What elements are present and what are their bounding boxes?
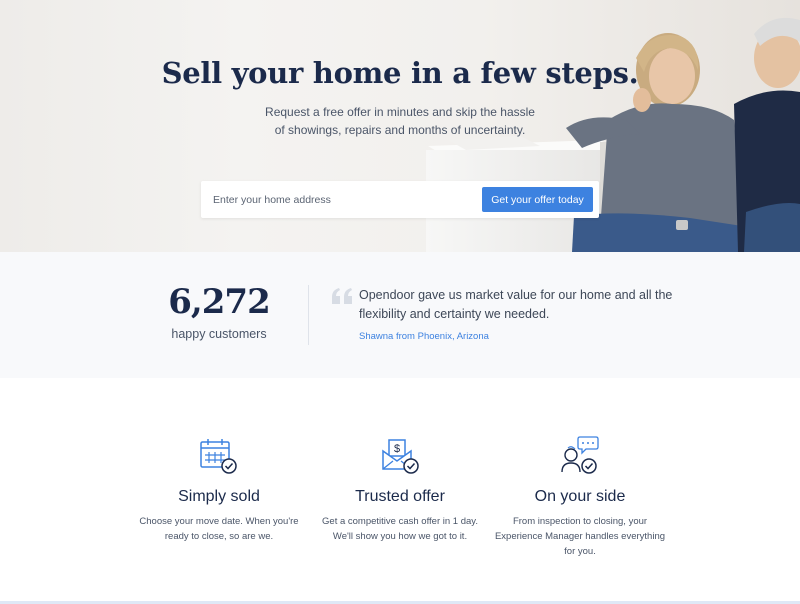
feature-description: From inspection to closing, your Experie… [490, 514, 670, 559]
feature-description: Choose your move date. When you're ready… [129, 514, 309, 544]
testimonial-quote-line1: Opendoor gave us market value for our ho… [359, 288, 673, 302]
feature-desc-line2: ready to close, so are we. [164, 531, 274, 542]
hero-subtitle: Request a free offer in minutes and skip… [250, 103, 550, 139]
hero-subtitle-line2: of showings, repairs and months of uncer… [274, 123, 526, 137]
features-section: Simply sold Choose your move date. When … [0, 378, 800, 604]
stats-divider [308, 285, 309, 345]
address-form: Get your offer today [201, 181, 599, 218]
hero-title: Sell your home in a few steps. [161, 56, 639, 90]
feature-desc-line1: Get a competitive cash offer in 1 day. [322, 516, 478, 527]
hero-subtitle-line1: Request a free offer in minutes and skip… [265, 105, 535, 119]
feature-desc-line2: Experience Manager handles everything [494, 531, 666, 542]
quote-icon [332, 288, 352, 304]
testimonial-author: Shawna from Phoenix, Arizona [359, 331, 489, 342]
feature-desc-line1: From inspection to closing, your [512, 516, 648, 527]
testimonial-quote: Opendoor gave us market value for our ho… [359, 286, 689, 324]
feature-desc-line2: We'll show you how we got to it. [332, 531, 468, 542]
feature-desc-line3: for you. [564, 546, 596, 557]
address-input[interactable] [201, 181, 479, 218]
feature-title: On your side [534, 488, 626, 505]
feature-title: Trusted offer [355, 488, 445, 505]
stats-section: 6,272 happy customers Opendoor gave us m… [0, 252, 800, 378]
envelope-dollar-check-icon: $ [382, 439, 419, 474]
feature-description: Get a competitive cash offer in 1 day. W… [310, 514, 490, 544]
feature-title: Simply sold [178, 488, 260, 505]
feature-desc-line1: Choose your move date. When you're [139, 516, 299, 527]
customer-count-label: happy customers [171, 327, 267, 341]
svg-text:$: $ [394, 443, 400, 455]
get-offer-button[interactable]: Get your offer today [482, 187, 593, 212]
customer-count: 6,272 [168, 282, 270, 322]
testimonial-quote-line2: flexibility and certainty we needed. [359, 307, 550, 321]
calendar-check-icon [200, 439, 237, 474]
hero-section: Sell your home in a few steps. Request a… [0, 0, 800, 252]
person-chat-check-icon [561, 436, 599, 474]
